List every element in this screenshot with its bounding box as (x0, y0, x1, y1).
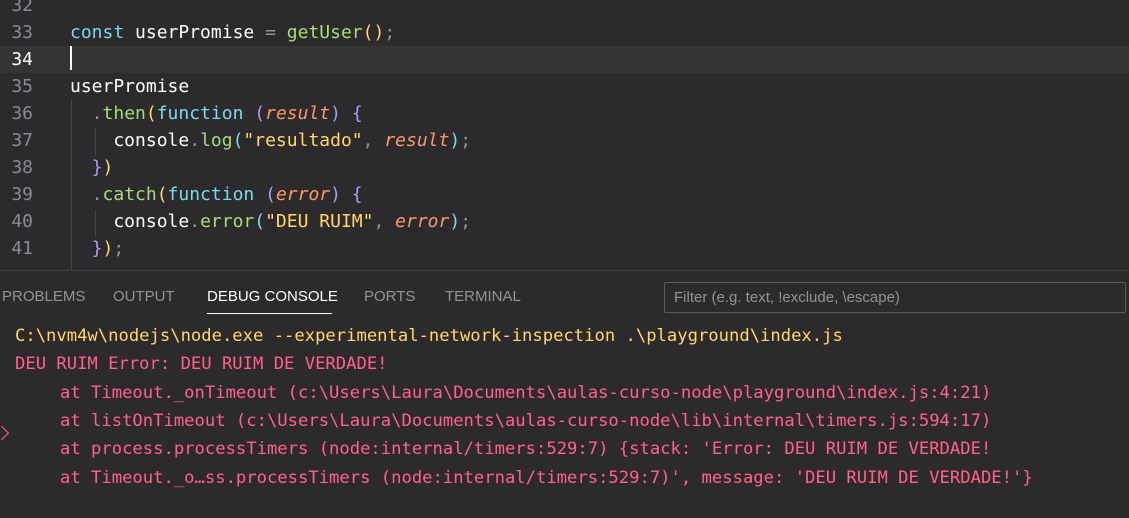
code-token: getUser (286, 22, 363, 43)
line-code: console.log("resultado", result); (70, 127, 471, 154)
tab-debug-console[interactable]: DEBUG CONSOLE (207, 288, 338, 305)
code-token: ; (113, 238, 125, 259)
code-token: const (70, 22, 136, 43)
code-token: result (384, 130, 450, 151)
code-token: . (189, 211, 201, 232)
console-error-line: DEU RUIM Error: DEU RUIM DE VERDADE! (15, 354, 388, 374)
code-token: ; (460, 130, 472, 151)
code-line[interactable]: 32 (0, 0, 1129, 19)
code-token: function (156, 103, 255, 124)
code-token: "resultado" (243, 130, 363, 151)
active-tab-indicator (207, 313, 332, 314)
line-number: 38 (11, 157, 33, 178)
line-code: }); (70, 235, 125, 262)
code-token: , (373, 211, 396, 232)
code-token: userPromise (135, 22, 255, 43)
code-line[interactable]: 38 }) (0, 154, 1129, 181)
line-number: 33 (11, 22, 33, 43)
code-token: userPromise (70, 76, 190, 97)
tab-ports[interactable]: PORTS (364, 288, 415, 305)
code-line[interactable]: 36 .then(function (result) { (0, 100, 1129, 127)
code-line[interactable]: 39 .catch(function (error) { (0, 181, 1129, 208)
code-token: ( (156, 184, 168, 205)
code-token: } (70, 157, 103, 178)
tab-output[interactable]: OUTPUT (113, 288, 175, 305)
line-number: 37 (11, 130, 33, 151)
expand-chevron-icon[interactable] (0, 425, 10, 441)
text-cursor (70, 46, 72, 70)
code-line[interactable]: 37 console.log("resultado", result); (0, 127, 1129, 154)
line-number: 35 (11, 76, 33, 97)
code-token: () (362, 22, 385, 43)
tab-problems[interactable]: PROBLEMS (2, 288, 85, 305)
line-number: 41 (11, 238, 33, 259)
filter-input[interactable] (665, 283, 1125, 312)
line-code: }) (70, 154, 114, 181)
code-token: error (395, 211, 450, 232)
code-token: . (70, 103, 103, 124)
code-token: catch (102, 184, 157, 205)
code-token: } (70, 238, 103, 259)
code-token: ( (232, 130, 244, 151)
code-token: ( (254, 211, 266, 232)
code-token: error (200, 211, 255, 232)
stack-trace-line: at listOnTimeout (c:\Users\Laura\Documen… (60, 411, 992, 431)
code-token: ; (384, 22, 396, 43)
code-token: error (275, 184, 331, 205)
code-token: ) (102, 157, 114, 178)
stack-trace-line[interactable]: at process.processTimers (node:internal/… (60, 435, 991, 463)
code-token: , (362, 130, 385, 151)
filter-box[interactable] (664, 282, 1126, 313)
code-token: console (70, 211, 190, 232)
code-token: then (102, 103, 146, 124)
code-token: ( (145, 103, 157, 124)
code-line[interactable]: 35 userPromise (0, 73, 1129, 100)
line-number: 39 (11, 184, 33, 205)
code-token: ) (102, 238, 114, 259)
tab-terminal[interactable]: TERMINAL (445, 288, 521, 305)
line-number: 32 (11, 0, 33, 16)
line-code: const userPromise = getUser(); (70, 19, 395, 46)
bottom-panel: PROBLEMS OUTPUT DEBUG CONSOLE PORTS TERM… (0, 270, 1129, 518)
code-token: result (265, 103, 331, 124)
code-token: log (200, 130, 233, 151)
line-code: userPromise (70, 73, 189, 100)
code-token: = (254, 22, 287, 43)
code-token: ) (449, 130, 461, 151)
line-code: .then(function (result) { (70, 100, 363, 127)
code-token: console (70, 130, 190, 151)
line-number: 36 (11, 103, 33, 124)
code-line[interactable]: 34 (0, 46, 1129, 73)
code-token: . (70, 184, 103, 205)
code-editor[interactable]: 32 33 const userPromise = getUser(); 34 35 us… (0, 0, 1129, 270)
line-code: console.error("DEU RUIM", error); (70, 208, 471, 235)
code-token: ) (449, 211, 461, 232)
code-line[interactable]: 33 const userPromise = getUser(); (0, 19, 1129, 46)
line-code: .catch(function (error) { (70, 181, 363, 208)
code-token: function (167, 184, 266, 205)
code-line[interactable]: 40 console.error("DEU RUIM", error); (0, 208, 1129, 235)
stack-trace-line: at Timeout._onTimeout (c:\Users\Laura\Do… (60, 383, 992, 403)
console-command-line: C:\nvm4w\nodejs\node.exe --experimental-… (15, 326, 843, 346)
code-token: ) { (330, 103, 363, 124)
line-number: 34 (11, 49, 33, 70)
line-number: 40 (11, 211, 33, 232)
code-token: "DEU RUIM" (265, 211, 374, 232)
code-token: . (189, 130, 201, 151)
code-token: ; (460, 211, 472, 232)
code-token: ( (254, 103, 266, 124)
code-line[interactable]: 41 }); (0, 235, 1129, 262)
code-token: ) { (330, 184, 363, 205)
stack-trace-line: at Timeout._o…ss.processTimers (node:int… (60, 468, 1033, 488)
code-token: ( (265, 184, 276, 205)
